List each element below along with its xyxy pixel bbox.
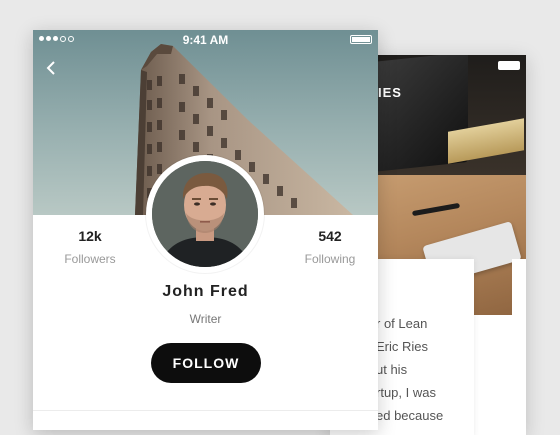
avatar-photo — [152, 161, 258, 267]
article-text: r of Lean Eric Ries ut his rtup, I was e… — [376, 312, 476, 427]
following-stat[interactable]: 542 Following — [285, 228, 375, 266]
battery-icon — [350, 35, 372, 44]
avatar — [146, 155, 264, 273]
status-bar: 9:41 AM — [33, 30, 378, 50]
following-count: 542 — [318, 228, 342, 244]
article-title-fragment: IES — [378, 85, 402, 100]
article-card-next[interactable] — [512, 259, 526, 435]
profile-role: Writer — [189, 312, 222, 326]
profile-name: John Fred — [162, 283, 249, 300]
profile-screen: 9:41 AM 12k Followers 542 Following John… — [33, 30, 378, 430]
article-line: rtup, I was — [376, 385, 436, 400]
article-line: ut his — [376, 362, 408, 377]
following-label: Following — [304, 252, 356, 266]
followers-label: Followers — [64, 252, 116, 266]
divider — [33, 410, 378, 411]
article-line: r of Lean — [376, 316, 428, 331]
followers-count: 12k — [78, 228, 102, 244]
followers-stat[interactable]: 12k Followers — [45, 228, 135, 266]
article-line: ed because — [376, 408, 444, 423]
battery-icon — [498, 61, 520, 70]
follow-button[interactable]: FOLLOW — [151, 343, 261, 383]
status-time: 9:41 AM — [182, 33, 229, 47]
chevron-left-icon[interactable] — [43, 60, 59, 76]
article-line: Eric Ries — [376, 339, 429, 354]
